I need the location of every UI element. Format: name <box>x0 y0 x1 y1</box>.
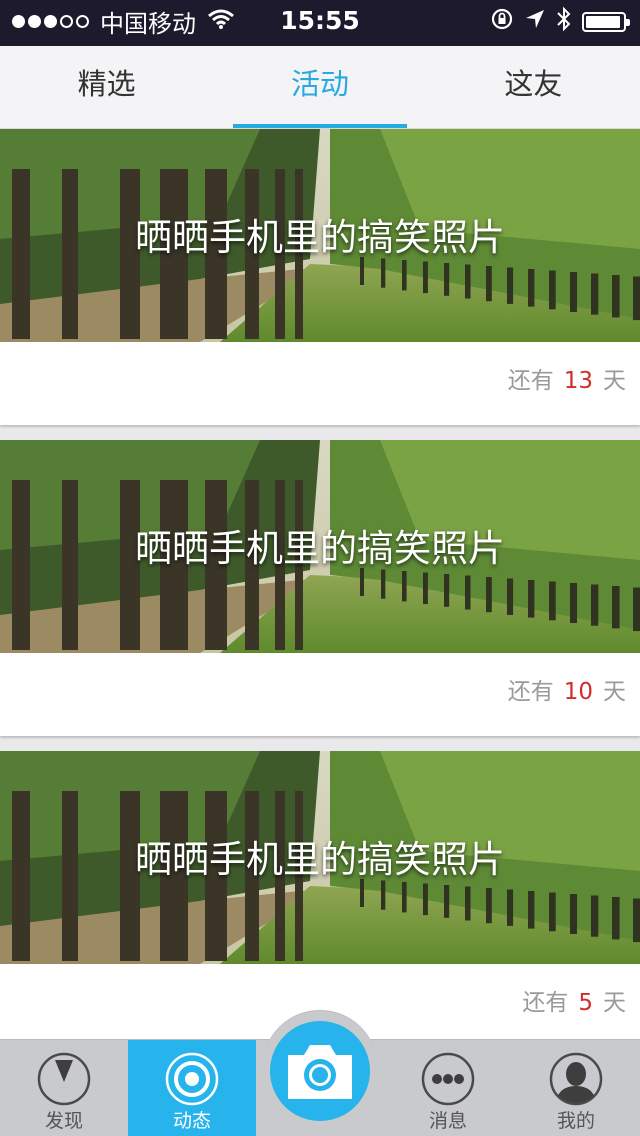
remain-suffix: 天 <box>603 679 626 705</box>
status-bar: 中国移动 15:55 <box>0 0 640 46</box>
nav-label: 我的 <box>556 1110 595 1132</box>
message-dots-icon <box>421 1052 475 1106</box>
battery-level-fill <box>586 16 620 28</box>
days-number: 10 <box>563 679 593 705</box>
remain-suffix: 天 <box>603 368 626 394</box>
nav-feed[interactable]: 动态 <box>128 1040 256 1136</box>
event-card[interactable]: 晒晒手机里的搞笑照片 还有 13 天 <box>0 129 640 425</box>
nav-label: 发现 <box>44 1110 83 1132</box>
nav-profile[interactable]: 我的 <box>512 1040 640 1136</box>
remain-prefix: 还有 <box>507 679 554 705</box>
camera-button[interactable] <box>270 1021 370 1121</box>
tab-friends[interactable]: 这友 <box>427 46 640 128</box>
feed-radar-icon <box>165 1052 219 1106</box>
location-arrow-icon <box>524 8 546 36</box>
nav-discover[interactable]: 发现 <box>0 1040 128 1136</box>
days-remaining: 还有 5 天 <box>522 983 626 1017</box>
remain-suffix: 天 <box>603 990 626 1016</box>
bluetooth-icon <box>556 6 572 38</box>
nav-messages[interactable]: 消息 <box>384 1040 512 1136</box>
event-card[interactable]: 晒晒手机里的搞笑照片 还有 10 天 <box>0 440 640 736</box>
profile-avatar-icon <box>549 1052 603 1106</box>
days-remaining: 还有 10 天 <box>508 672 626 706</box>
battery-icon <box>582 12 630 32</box>
nav-label: 消息 <box>428 1110 467 1132</box>
event-title: 晒晒手机里的搞笑照片 <box>135 527 505 570</box>
days-number: 5 <box>578 990 593 1016</box>
days-remaining: 还有 13 天 <box>508 361 626 395</box>
tab-featured[interactable]: 精选 <box>0 46 213 128</box>
nav-label: 动态 <box>172 1110 211 1132</box>
discover-icon <box>37 1052 91 1106</box>
remain-prefix: 还有 <box>522 990 569 1016</box>
app-screen: 中国移动 15:55 精选 活动 这友 晒晒手机里的搞笑照片 还有 13 天 晒… <box>0 0 640 1136</box>
days-number: 13 <box>563 368 593 394</box>
event-card[interactable]: 晒晒手机里的搞笑照片 还有 5 天 <box>0 751 640 1047</box>
camera-icon <box>288 1045 352 1099</box>
event-title: 晒晒手机里的搞笑照片 <box>135 216 505 259</box>
top-tabs: 精选 活动 这友 <box>0 46 640 129</box>
event-title: 晒晒手机里的搞笑照片 <box>135 838 505 881</box>
rotation-lock-icon <box>490 7 514 37</box>
status-right <box>490 6 630 38</box>
tab-events[interactable]: 活动 <box>213 46 426 128</box>
remain-prefix: 还有 <box>507 368 554 394</box>
